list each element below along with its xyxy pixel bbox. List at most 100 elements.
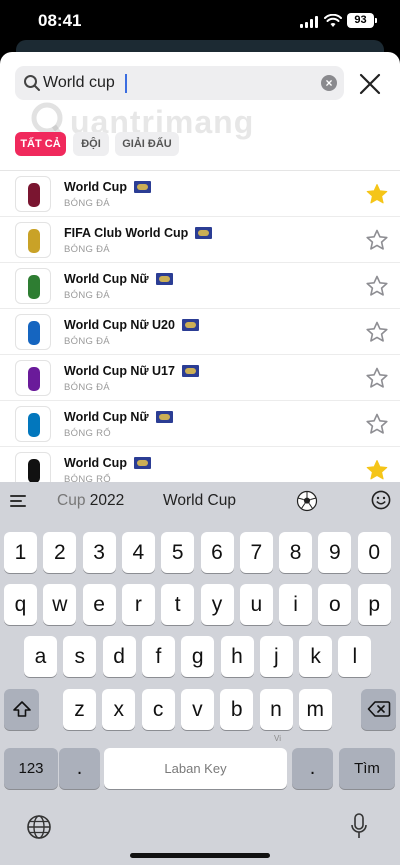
close-icon[interactable] — [354, 68, 386, 100]
space-bar[interactable]: Laban Key Vi — [104, 734, 287, 789]
key-i[interactable]: i — [279, 584, 313, 625]
battery-icon: 93 — [347, 13, 377, 28]
international-flag-icon — [181, 318, 199, 331]
suggestion-1[interactable]: Cup 2022 — [57, 492, 124, 510]
key-a[interactable]: a — [24, 636, 57, 677]
status-time: 08:41 — [38, 11, 82, 30]
result-title: World Cup Nữ — [64, 272, 173, 286]
favorite-star-icon[interactable] — [365, 458, 389, 482]
key-h[interactable]: h — [220, 636, 254, 677]
key-o[interactable]: o — [318, 584, 352, 625]
search-input[interactable] — [43, 66, 318, 100]
favorite-star-icon[interactable] — [365, 182, 389, 206]
competition-logo — [15, 406, 51, 442]
result-sport: BÓNG RỔ — [64, 474, 111, 482]
key-9[interactable]: 9 — [318, 532, 352, 573]
favorite-star-icon[interactable] — [365, 228, 389, 252]
favorite-star-icon[interactable] — [365, 412, 389, 436]
key-g[interactable]: g — [181, 636, 215, 677]
key-7[interactable]: 7 — [239, 532, 273, 573]
result-sport: BÓNG ĐÁ — [64, 244, 110, 255]
clear-icon[interactable]: × — [321, 75, 337, 91]
backspace-key[interactable] — [361, 689, 396, 730]
globe-icon[interactable] — [26, 814, 52, 840]
key-r[interactable]: r — [121, 584, 155, 625]
competition-logo — [15, 314, 51, 350]
text-cursor — [125, 74, 127, 93]
result-row[interactable]: World Cup Nữ BÓNG ĐÁ — [0, 263, 400, 309]
key-4[interactable]: 4 — [121, 532, 155, 573]
competition-logo — [15, 452, 51, 482]
favorite-star-icon[interactable] — [365, 320, 389, 344]
key-6[interactable]: 6 — [200, 532, 234, 573]
competition-logo — [15, 268, 51, 304]
result-sport: BÓNG ĐÁ — [64, 336, 110, 347]
key-c[interactable]: c — [141, 689, 175, 730]
search-bar[interactable]: × — [15, 66, 344, 100]
competition-logo — [15, 360, 51, 396]
filter-tab-teams[interactable]: ĐỘI — [73, 132, 109, 156]
favorite-star-icon[interactable] — [365, 274, 389, 298]
shift-icon — [12, 701, 31, 717]
menu-icon[interactable] — [10, 495, 26, 507]
international-flag-icon — [155, 272, 173, 285]
key-y[interactable]: y — [200, 584, 234, 625]
key-m[interactable]: m — [298, 689, 332, 730]
soccer-ball-icon[interactable] — [296, 490, 318, 512]
key-z[interactable]: z — [63, 689, 96, 730]
key-e[interactable]: e — [82, 584, 116, 625]
international-flag-icon — [133, 456, 151, 469]
key-q[interactable]: q — [4, 584, 37, 625]
key-f[interactable]: f — [141, 636, 175, 677]
key-n[interactable]: n — [259, 689, 293, 730]
suggestion-bar: Cup 2022 World Cup — [0, 482, 400, 520]
competition-logo — [15, 222, 51, 258]
key-d[interactable]: d — [102, 636, 136, 677]
emoji-icon[interactable] — [371, 490, 391, 510]
filter-tab-all[interactable]: TẤT CẢ — [15, 132, 66, 156]
microphone-icon[interactable] — [349, 812, 369, 842]
key-2[interactable]: 2 — [43, 532, 77, 573]
key-x[interactable]: x — [102, 689, 136, 730]
key-0[interactable]: 0 — [357, 532, 391, 573]
result-row[interactable]: World Cup Nữ U20 BÓNG ĐÁ — [0, 309, 400, 355]
result-row[interactable]: World Cup BÓNG RỔ — [0, 447, 400, 482]
result-row[interactable]: FIFA Club World Cup BÓNG ĐÁ — [0, 217, 400, 263]
key-l[interactable]: l — [338, 636, 372, 677]
competition-logo — [15, 176, 51, 212]
key-u[interactable]: u — [239, 584, 273, 625]
result-title: World Cup Nữ U20 — [64, 318, 199, 332]
key-k[interactable]: k — [299, 636, 333, 677]
key-t[interactable]: t — [161, 584, 195, 625]
result-title: World Cup Nữ — [64, 410, 173, 424]
shift-key[interactable] — [4, 689, 39, 730]
key-s[interactable]: s — [63, 636, 97, 677]
key-w[interactable]: w — [43, 584, 77, 625]
key-p[interactable]: p — [357, 584, 391, 625]
result-sport: BÓNG ĐÁ — [64, 198, 110, 209]
result-row[interactable]: World Cup BÓNG ĐÁ — [0, 171, 400, 217]
numbers-key[interactable]: 123 — [4, 748, 58, 789]
period-key-right[interactable]: . — [292, 748, 333, 789]
search-icon — [24, 75, 40, 91]
key-v[interactable]: v — [180, 689, 214, 730]
home-indicator — [130, 853, 270, 858]
result-row[interactable]: World Cup Nữ BÓNG RỔ — [0, 401, 400, 447]
period-key[interactable]: . — [59, 748, 100, 789]
key-3[interactable]: 3 — [82, 532, 116, 573]
key-8[interactable]: 8 — [279, 532, 313, 573]
international-flag-icon — [155, 410, 173, 423]
key-j[interactable]: j — [259, 636, 293, 677]
result-title: World Cup Nữ U17 — [64, 364, 199, 378]
result-row[interactable]: World Cup Nữ U17 BÓNG ĐÁ — [0, 355, 400, 401]
filter-tab-leagues[interactable]: GIẢI ĐẤU — [115, 132, 179, 156]
key-5[interactable]: 5 — [161, 532, 195, 573]
favorite-star-icon[interactable] — [365, 366, 389, 390]
result-title: World Cup — [64, 180, 151, 194]
key-b[interactable]: b — [220, 689, 254, 730]
search-go-key[interactable]: Tìm — [339, 748, 395, 789]
international-flag-icon — [195, 226, 213, 239]
suggestion-2[interactable]: World Cup — [163, 492, 236, 510]
backspace-icon — [367, 701, 390, 717]
key-1[interactable]: 1 — [4, 532, 37, 573]
